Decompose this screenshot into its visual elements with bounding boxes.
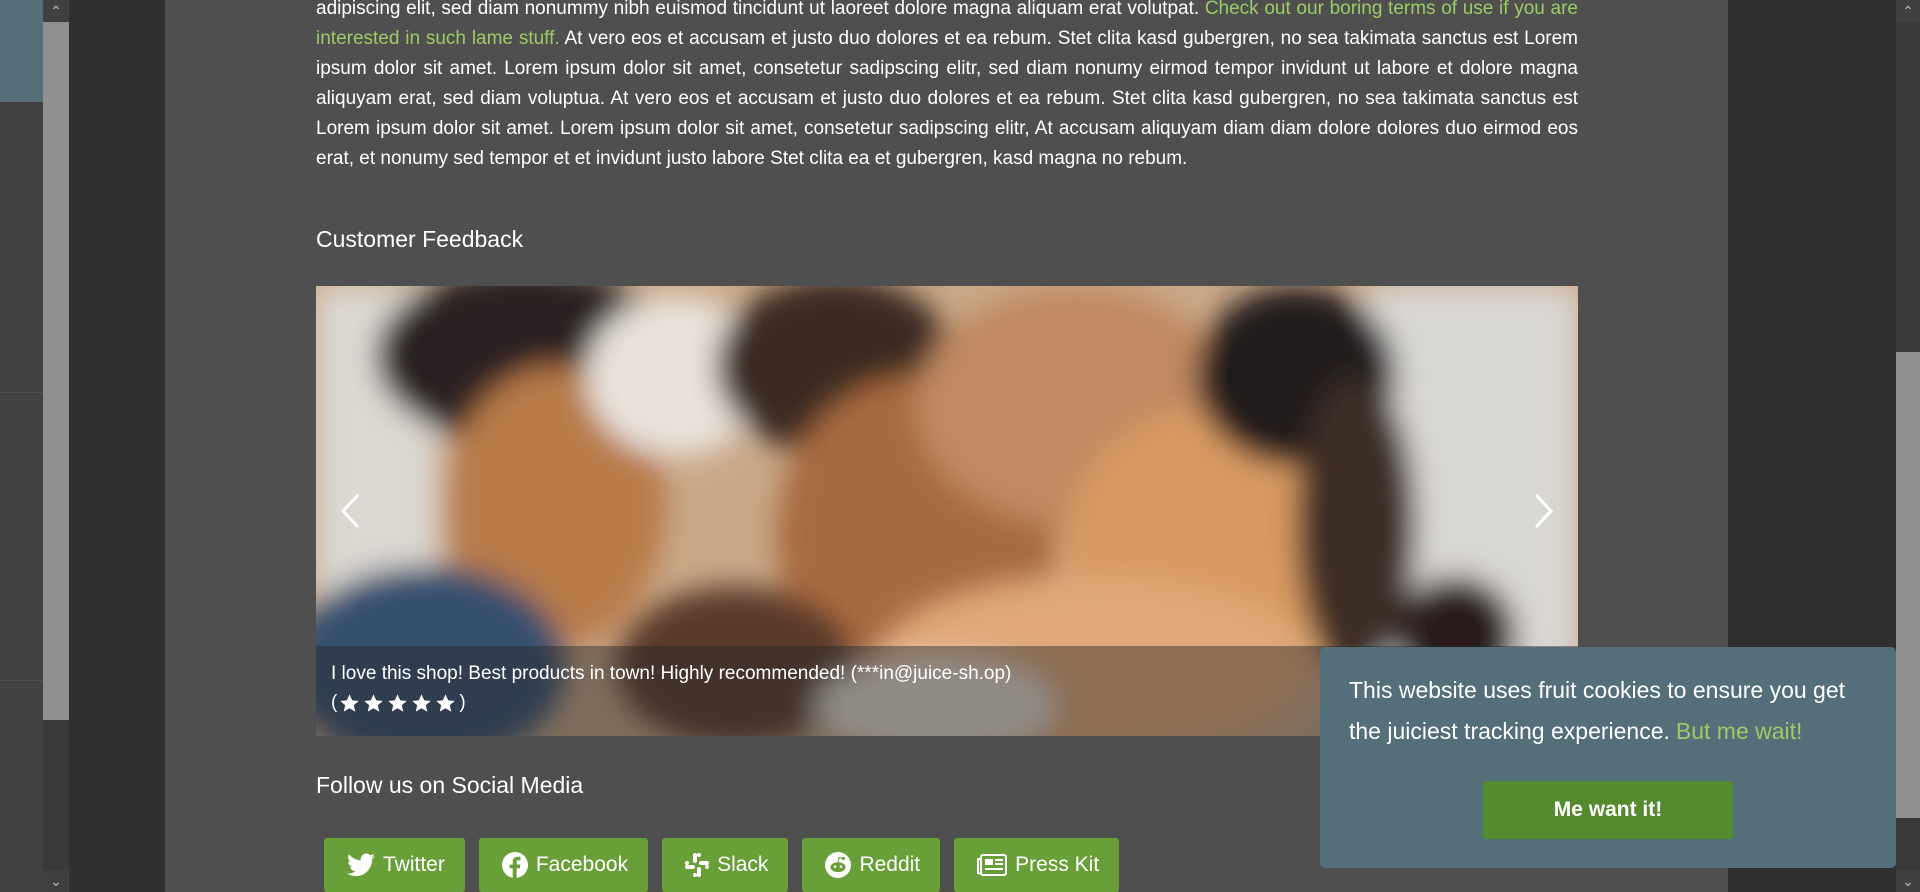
rating-open-paren: ( <box>331 692 338 713</box>
sidenav-divider <box>0 392 43 393</box>
cookie-message: This website uses fruit cookies to ensur… <box>1349 670 1879 752</box>
twitter-button[interactable]: Twitter <box>324 838 465 892</box>
rating-close-paren: ) <box>459 692 466 713</box>
social-media-title: Follow us on Social Media <box>316 772 584 798</box>
feedback-quote: I love this shop! Best products in town!… <box>331 663 1012 684</box>
star-icon <box>388 693 408 712</box>
scroll-down-arrow-icon[interactable]: ⌄ <box>1896 870 1920 892</box>
sidenav-scrollbar-thumb[interactable] <box>43 22 69 720</box>
twitter-icon <box>347 853 375 877</box>
scroll-down-arrow-icon[interactable]: ⌄ <box>43 870 69 892</box>
sidenav-scrollbar[interactable]: ⌃ ⌄ <box>43 0 69 892</box>
about-text-start: adipiscing elit, sed diam nonummy nibh e… <box>316 0 1200 19</box>
chevron-left-icon[interactable] <box>330 481 370 541</box>
social-buttons-row: Twitter Facebook Slack Reddit Press Kit <box>324 838 1133 892</box>
reddit-label: Reddit <box>859 853 921 876</box>
scroll-up-arrow-icon[interactable]: ⌃ <box>1896 0 1920 22</box>
customer-feedback-title: Customer Feedback <box>316 226 524 252</box>
cookie-accept-button[interactable]: Me want it! <box>1483 781 1733 839</box>
sidenav-divider <box>0 680 43 681</box>
about-us-content: adipiscing elit, sed diam nonummy nibh e… <box>316 0 1578 892</box>
page-scrollbar-thumb[interactable] <box>1896 352 1920 818</box>
facebook-label: Facebook <box>535 853 629 876</box>
cookie-consent-banner: This website uses fruit cookies to ensur… <box>1320 647 1896 868</box>
slack-button[interactable]: Slack <box>662 838 789 892</box>
facebook-icon <box>501 852 528 878</box>
star-icon <box>436 693 456 712</box>
star-icon <box>412 693 432 712</box>
sidenav-header <box>0 0 43 102</box>
twitter-label: Twitter <box>383 853 445 876</box>
about-text-end: At vero eos et accusam et justo duo dolo… <box>316 28 1579 169</box>
press-kit-label: Press Kit <box>1015 853 1100 876</box>
reddit-icon <box>825 852 852 878</box>
slack-label: Slack <box>717 853 769 876</box>
newspaper-icon <box>977 854 1008 876</box>
press-kit-button[interactable]: Press Kit <box>954 838 1120 892</box>
slack-icon <box>685 853 710 877</box>
left-sidenav-panel <box>0 0 43 892</box>
star-icon <box>340 693 360 712</box>
scroll-up-arrow-icon[interactable]: ⌃ <box>43 0 69 22</box>
about-us-paragraph: adipiscing elit, sed diam nonummy nibh e… <box>316 0 1578 174</box>
star-icon <box>364 693 384 712</box>
feedback-rating: ( ) <box>331 692 466 714</box>
cookie-learn-more-link[interactable]: But me wait! <box>1676 718 1803 744</box>
rating-stars <box>339 693 459 714</box>
chevron-right-icon[interactable] <box>1524 481 1564 541</box>
facebook-button[interactable]: Facebook <box>478 838 649 892</box>
reddit-button[interactable]: Reddit <box>802 838 941 892</box>
page-scrollbar[interactable]: ⌃ ⌄ <box>1896 0 1920 892</box>
